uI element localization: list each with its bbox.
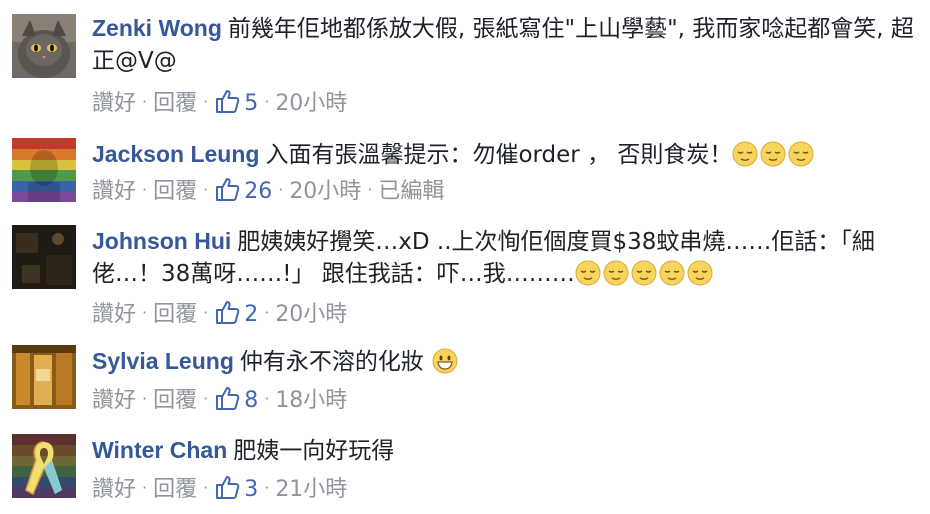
relieved-face-icon (732, 141, 758, 167)
timestamp[interactable]: 18小時 (275, 388, 347, 413)
like-count: 2 (244, 302, 259, 327)
comment-text: 入面有張溫馨提示：勿催order ， 否則食炭！ (265, 142, 733, 168)
thumbs-up-icon (216, 476, 240, 499)
avatar[interactable] (12, 138, 76, 202)
comment-author[interactable]: Johnson Hui (92, 228, 231, 254)
relieved-face-icon (760, 141, 786, 167)
comment-author[interactable]: Zenki Wong (92, 15, 222, 41)
separator: · (142, 92, 148, 111)
avatar[interactable] (12, 345, 76, 409)
comment-text-block: Jackson Leung 入面有張溫馨提示：勿催order ， 否則食炭！ (92, 138, 924, 171)
comment-actions: 讚好 · 回覆 · 2 · 20小時 (92, 299, 347, 329)
relieved-face-icon (687, 260, 713, 286)
separator: · (142, 478, 148, 497)
relieved-face-icon (788, 141, 814, 167)
like-count-link[interactable]: 2 (214, 301, 259, 327)
avatar[interactable] (12, 434, 76, 498)
thumbs-up-icon (216, 301, 240, 324)
like-link[interactable]: 讚好 (92, 179, 136, 204)
avatar[interactable] (12, 225, 76, 289)
like-count-link[interactable]: 3 (214, 476, 259, 502)
comment-body: Jackson Leung 入面有張溫馨提示：勿催order ， 否則食炭！ 讚好… (92, 138, 924, 204)
timestamp[interactable]: 21小時 (275, 477, 347, 502)
comment-text-block: Sylvia Leung 仲有永不溶的化妝 (92, 345, 924, 378)
comment-body: Sylvia Leung 仲有永不溶的化妝 讚好 · 回覆 · 8 · 18小時 (92, 345, 924, 413)
like-link[interactable]: 讚好 (92, 477, 136, 502)
separator: · (367, 180, 373, 199)
like-count: 8 (244, 388, 259, 413)
emoji-group (575, 260, 715, 287)
separator: · (264, 92, 270, 111)
comment-actions: 讚好 · 回覆 · 3 · 21小時 (92, 474, 347, 504)
timestamp[interactable]: 20小時 (275, 91, 347, 116)
comment-text-block: Winter Chan 肥姨一向好玩得 (92, 434, 924, 467)
reply-link[interactable]: 回覆 (153, 179, 197, 204)
comment-actions: 讚好 · 回覆 · 26 · 20小時 · 已編輯 (92, 176, 444, 206)
relieved-face-icon (575, 260, 601, 286)
like-link[interactable]: 讚好 (92, 91, 136, 116)
thumbs-up-icon (216, 178, 240, 201)
like-count-link[interactable]: 26 (214, 178, 273, 204)
relieved-face-icon (631, 260, 657, 286)
edited-label[interactable]: 已編輯 (378, 179, 444, 204)
emoji-group (732, 141, 816, 168)
like-count: 5 (244, 91, 259, 116)
like-count: 3 (244, 477, 259, 502)
separator: · (142, 389, 148, 408)
avatar[interactable] (12, 14, 76, 78)
timestamp[interactable]: 20小時 (289, 179, 361, 204)
comment-author[interactable]: Winter Chan (92, 437, 227, 463)
comment-actions: 讚好 · 回覆 · 8 · 18小時 (92, 385, 347, 415)
separator: · (264, 389, 270, 408)
timestamp[interactable]: 20小時 (275, 302, 347, 327)
comment-body: Johnson Hui 肥姨姨好攪笑…xD ..上次恂佢個度買$38蚊串燒……佢話… (92, 225, 924, 327)
like-link[interactable]: 讚好 (92, 302, 136, 327)
comment-text-block: Zenki Wong 前幾年佢地都係放大假, 張紙寫住"上山學藝", 我而家唸起都… (92, 12, 924, 77)
like-count: 26 (244, 179, 273, 204)
reply-link[interactable]: 回覆 (153, 302, 197, 327)
relieved-face-icon (659, 260, 685, 286)
separator: · (142, 303, 148, 322)
comment-author[interactable]: Jackson Leung (92, 141, 259, 167)
comment-body: Zenki Wong 前幾年佢地都係放大假, 張紙寫住"上山學藝", 我而家唸起都… (92, 12, 924, 116)
comment-text: 仲有永不溶的化妝 (239, 349, 424, 375)
comment-text-block: Johnson Hui 肥姨姨好攪笑…xD ..上次恂佢個度買$38蚊串燒……佢話… (92, 225, 924, 290)
reply-link[interactable]: 回覆 (153, 388, 197, 413)
separator: · (203, 303, 209, 322)
separator: · (142, 180, 148, 199)
comment-actions: 讚好 · 回覆 · 5 · 20小時 (92, 88, 347, 118)
comment-body: Winter Chan 肥姨一向好玩得 讚好 · 回覆 · 3 · 21小時 (92, 434, 924, 502)
separator: · (203, 478, 209, 497)
comment-author[interactable]: Sylvia Leung (92, 348, 234, 374)
comment-text: 肥姨一向好玩得 (233, 438, 395, 464)
separator: · (264, 303, 270, 322)
separator: · (278, 180, 284, 199)
grinning-face-icon (432, 348, 458, 374)
like-count-link[interactable]: 5 (214, 90, 259, 116)
relieved-face-icon (603, 260, 629, 286)
reply-link[interactable]: 回覆 (153, 477, 197, 502)
like-count-link[interactable]: 8 (214, 387, 259, 413)
thumbs-up-icon (216, 90, 240, 113)
like-link[interactable]: 讚好 (92, 388, 136, 413)
separator: · (203, 180, 209, 199)
separator: · (203, 389, 209, 408)
reply-link[interactable]: 回覆 (153, 91, 197, 116)
separator: · (203, 92, 209, 111)
thumbs-up-icon (216, 387, 240, 410)
separator: · (264, 478, 270, 497)
emoji-group (432, 348, 460, 375)
